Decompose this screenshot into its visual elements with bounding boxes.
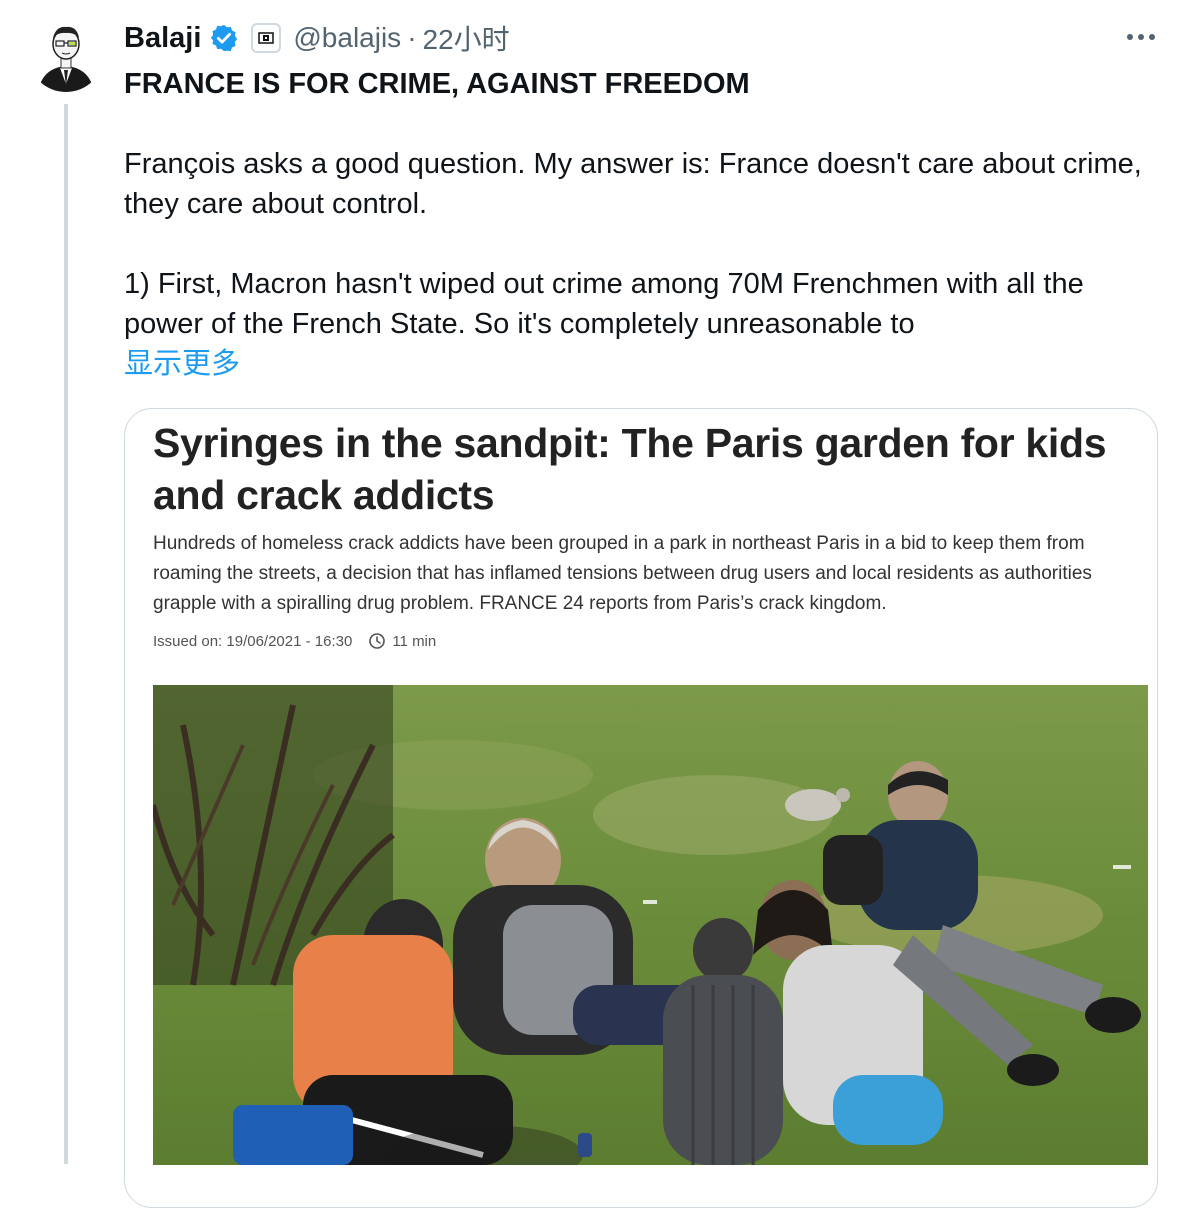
affiliation-badge-icon[interactable] [251, 23, 282, 53]
verified-badge-icon [209, 23, 239, 53]
separator-dot: · [407, 22, 417, 53]
article-title: Syringes in the sandpit: The Paris garde… [153, 420, 1107, 518]
article-issued-date: Issued on: 19/06/2021 - 16:30 [153, 632, 353, 650]
author-name[interactable]: Balaji [124, 22, 201, 55]
tweet-paragraph: François asks a good question. My answer… [124, 148, 1142, 220]
tweet-paragraph: 1) First, Macron hasn't wiped out crime … [124, 268, 1084, 340]
show-more-link[interactable]: 显示更多 [124, 344, 1164, 384]
article-summary: Hundreds of homeless crack addicts have … [153, 533, 1092, 614]
tweet-header: Balaji @balajis · 22小时 [124, 18, 510, 58]
tweet-body: FRANCE IS FOR CRIME, AGAINST FREEDOM Fra… [124, 64, 1164, 384]
article-meta: Issued on: 19/06/2021 - 16:30 11 min [153, 632, 436, 650]
more-options-icon[interactable] [1124, 20, 1158, 54]
media-card[interactable]: Syringes in the sandpit: The Paris garde… [124, 408, 1158, 1208]
tweet-timestamp[interactable]: 22小时 [423, 18, 510, 58]
tweet-heading: FRANCE IS FOR CRIME, AGAINST FREEDOM [124, 68, 750, 100]
avatar[interactable] [28, 16, 104, 92]
article-read-time: 11 min [392, 632, 437, 650]
clock-icon [368, 632, 386, 650]
article-photo [153, 685, 1148, 1165]
author-handle[interactable]: @balajis [293, 22, 401, 54]
thread-line [64, 104, 68, 1164]
